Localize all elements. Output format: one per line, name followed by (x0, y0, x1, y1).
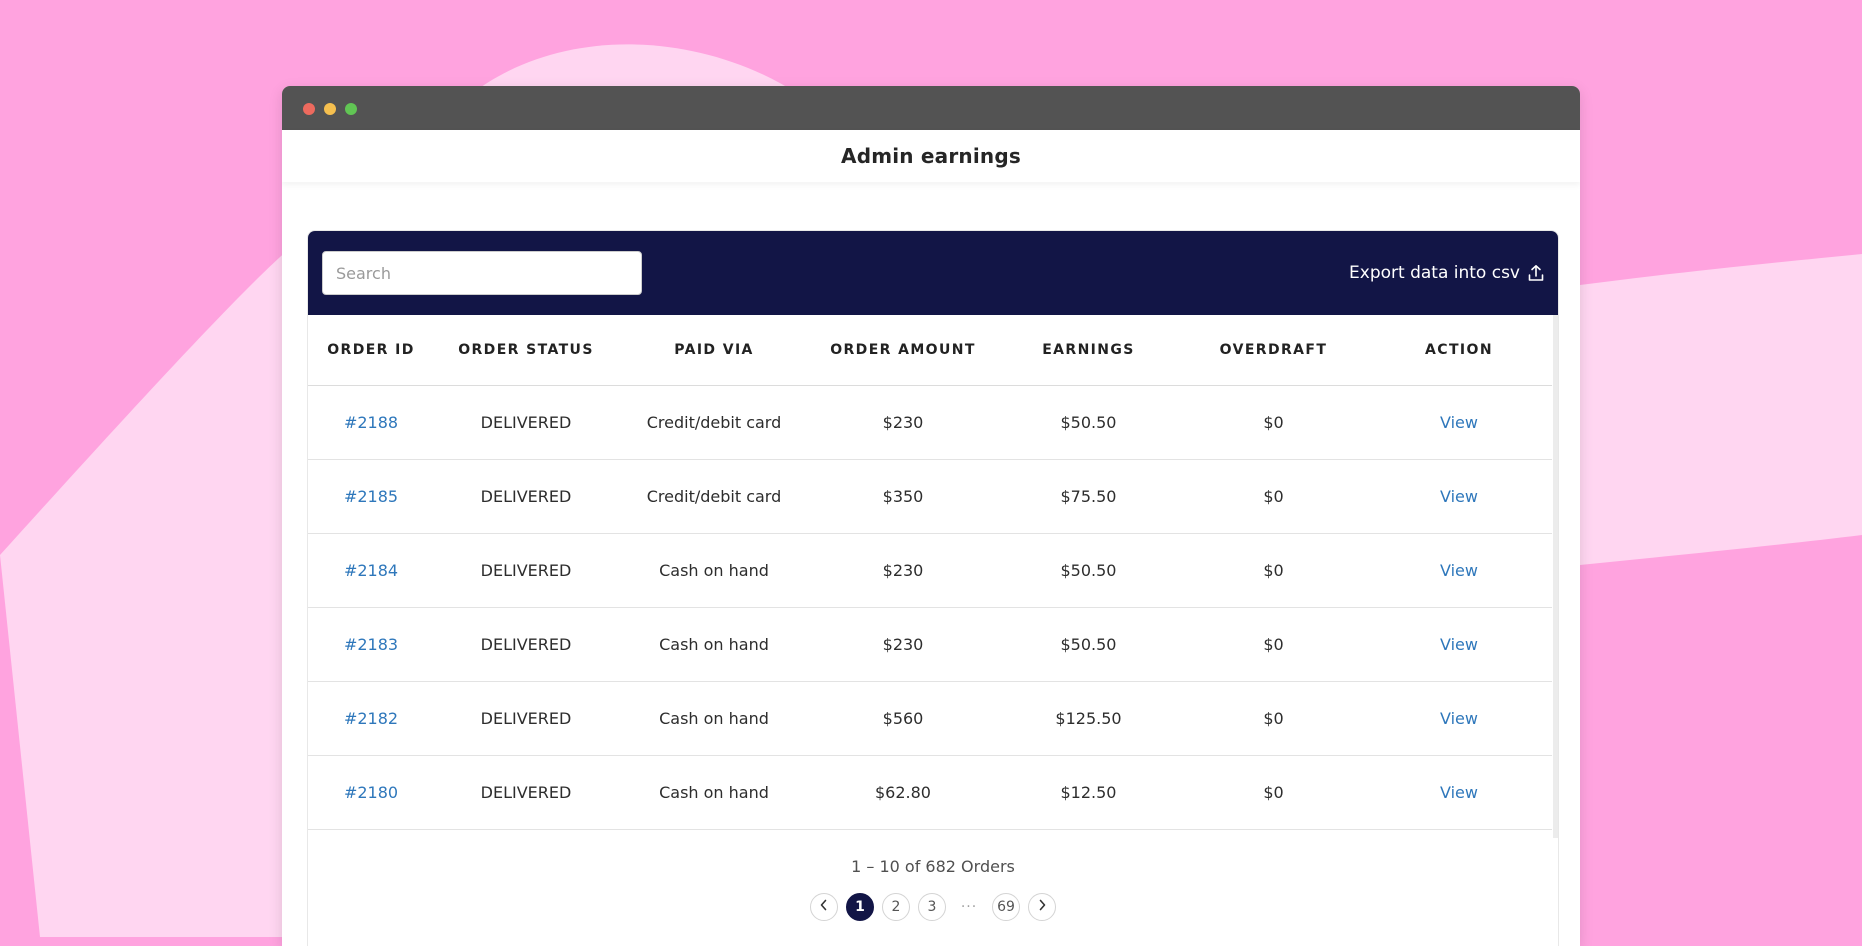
view-link[interactable]: View (1366, 385, 1552, 460)
overdraft: $0 (1181, 385, 1366, 460)
paid-via: Cash on hand (618, 607, 810, 682)
column-header-action: ACTION (1366, 315, 1552, 386)
order-amount: $230 (810, 533, 996, 608)
order-status: DELIVERED (434, 607, 618, 682)
column-header-earnings[interactable]: EARNINGS (996, 315, 1181, 386)
column-header-order-amount[interactable]: ORDER AMOUNT (810, 315, 996, 386)
order-status: DELIVERED (434, 459, 618, 534)
order-status: DELIVERED (434, 755, 618, 830)
order-id-link[interactable]: #2188 (308, 385, 434, 460)
search-input[interactable] (322, 251, 642, 295)
vertical-scrollbar[interactable] (1553, 315, 1558, 838)
page-button-last[interactable]: 69 (992, 893, 1020, 921)
order-id-link[interactable]: #2185 (308, 459, 434, 534)
earnings: $50.50 (996, 385, 1181, 460)
export-csv-button[interactable]: Export data into csv (1349, 263, 1544, 283)
chevron-left-icon (819, 899, 829, 915)
paid-via: Credit/debit card (618, 459, 810, 534)
view-link[interactable]: View (1366, 681, 1552, 756)
earnings: $125.50 (996, 681, 1181, 756)
order-amount: $560 (810, 681, 996, 756)
overdraft: $0 (1181, 533, 1366, 608)
order-amount: $230 (810, 607, 996, 682)
browser-window: Admin earnings Export data into csv (282, 86, 1580, 946)
order-amount: $62.80 (810, 755, 996, 830)
next-page-button[interactable] (1028, 893, 1056, 921)
paid-via: Cash on hand (618, 533, 810, 608)
close-dot-icon[interactable] (303, 103, 315, 115)
overdraft: $0 (1181, 607, 1366, 682)
table-row: #2184 DELIVERED Cash on hand $230 $50.50… (308, 533, 1552, 608)
column-header-overdraft[interactable]: OVERDRAFT (1181, 315, 1366, 386)
export-label: Export data into csv (1349, 263, 1520, 283)
order-amount: $230 (810, 385, 996, 460)
view-link[interactable]: View (1366, 533, 1552, 608)
overdraft: $0 (1181, 459, 1366, 534)
table-row: #2185 DELIVERED Credit/debit card $350 $… (308, 459, 1552, 534)
order-status: DELIVERED (434, 533, 618, 608)
order-id-link[interactable]: #2184 (308, 533, 434, 608)
earnings: $12.50 (996, 755, 1181, 830)
chevron-right-icon (1037, 899, 1047, 915)
page-title: Admin earnings (841, 144, 1021, 168)
window-titlebar (282, 86, 1580, 130)
earnings-table: ORDER ID ORDER STATUS PAID VIA ORDER AMO… (308, 315, 1552, 830)
pagination: 1 2 3 ··· 69 (308, 893, 1558, 921)
overdraft: $0 (1181, 681, 1366, 756)
earnings: $75.50 (996, 459, 1181, 534)
pagination-ellipsis: ··· (960, 899, 978, 915)
order-id-link[interactable]: #2183 (308, 607, 434, 682)
page-button-1[interactable]: 1 (846, 893, 874, 921)
column-header-order-status[interactable]: ORDER STATUS (434, 315, 618, 386)
earnings-card: Export data into csv ORDER ID O (307, 230, 1559, 946)
table-row: #2183 DELIVERED Cash on hand $230 $50.50… (308, 607, 1552, 682)
view-link[interactable]: View (1366, 459, 1552, 534)
column-header-paid-via[interactable]: PAID VIA (618, 315, 810, 386)
table-row: #2180 DELIVERED Cash on hand $62.80 $12.… (308, 755, 1552, 830)
column-header-order-id[interactable]: ORDER ID (308, 315, 434, 386)
page-button-3[interactable]: 3 (918, 893, 946, 921)
view-link[interactable]: View (1366, 755, 1552, 830)
order-id-link[interactable]: #2182 (308, 681, 434, 756)
table-header-row: ORDER ID ORDER STATUS PAID VIA ORDER AMO… (308, 315, 1552, 386)
overdraft: $0 (1181, 755, 1366, 830)
page-header: Admin earnings (282, 130, 1580, 182)
page-button-2[interactable]: 2 (882, 893, 910, 921)
order-amount: $350 (810, 459, 996, 534)
paid-via: Cash on hand (618, 681, 810, 756)
order-status: DELIVERED (434, 681, 618, 756)
order-id-link[interactable]: #2180 (308, 755, 434, 830)
view-link[interactable]: View (1366, 607, 1552, 682)
upload-icon (1528, 264, 1544, 282)
minimize-dot-icon[interactable] (324, 103, 336, 115)
paid-via: Cash on hand (618, 755, 810, 830)
table-container: ORDER ID ORDER STATUS PAID VIA ORDER AMO… (308, 315, 1558, 838)
table-row: #2182 DELIVERED Cash on hand $560 $125.5… (308, 681, 1552, 756)
table-toolbar: Export data into csv (308, 231, 1558, 315)
maximize-dot-icon[interactable] (345, 103, 357, 115)
table-row: #2188 DELIVERED Credit/debit card $230 $… (308, 385, 1552, 460)
earnings: $50.50 (996, 607, 1181, 682)
previous-page-button[interactable] (810, 893, 838, 921)
paid-via: Credit/debit card (618, 385, 810, 460)
pagination-summary: 1 – 10 of 682 Orders (851, 857, 1015, 876)
earnings: $50.50 (996, 533, 1181, 608)
order-status: DELIVERED (434, 385, 618, 460)
